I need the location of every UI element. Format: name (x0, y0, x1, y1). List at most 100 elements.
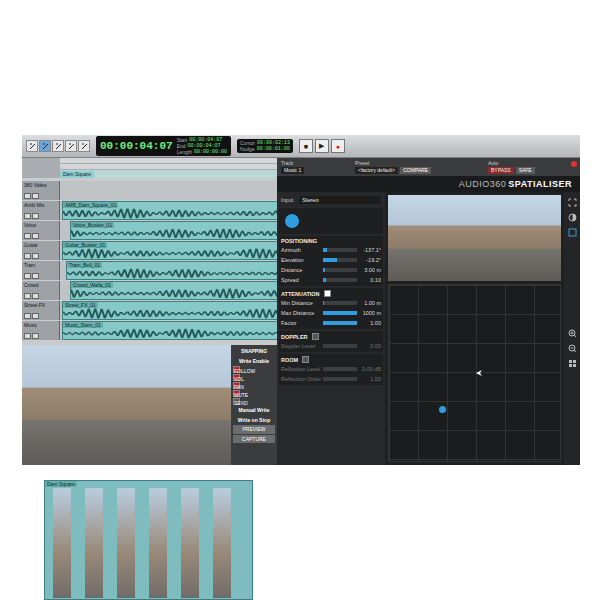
contrast-icon[interactable] (568, 213, 577, 222)
grid-icon[interactable] (568, 228, 577, 237)
automation-item[interactable]: MUTE (233, 390, 240, 397)
clip[interactable]: Dam Square (44, 480, 253, 600)
source-icon[interactable] (285, 214, 299, 228)
counter-value: 00:00:04:07 (100, 140, 173, 152)
screenshot: 00:00:04:07 Start00:00:04:07End00:00:04:… (0, 0, 600, 600)
transport-button[interactable]: ■ (299, 139, 313, 153)
automation-item[interactable]: PAN (233, 382, 240, 389)
section-toggle[interactable] (324, 290, 331, 297)
tool-icon (55, 143, 62, 150)
parameter-slider[interactable] (323, 278, 357, 282)
track-header[interactable]: Guitar (22, 241, 60, 260)
automation-panel: SNAPPINGWrite EnableFOLLOWVOLPANMUTESEND… (231, 345, 277, 465)
tool-icon (42, 143, 49, 150)
parameter-row: Azimuth -137.1° (281, 246, 381, 254)
view-column (385, 192, 564, 465)
parameter-slider[interactable] (323, 311, 357, 315)
cursor-nudge: Cursor00:00:02:13 Nudge00:00:01:00 (237, 139, 293, 153)
automation-item[interactable]: CAPTURE (233, 435, 275, 444)
track-header[interactable]: Tram (22, 261, 60, 280)
edit-tool-button[interactable] (52, 140, 64, 152)
automation-item[interactable]: FOLLOW (233, 366, 240, 373)
header-dropdown[interactable]: <factory default> (355, 167, 398, 174)
zoom-out-icon[interactable] (568, 344, 577, 353)
parameter-row: Max Distance 1000 m (281, 309, 381, 317)
spatial-grid[interactable] (388, 284, 561, 462)
edit-tool-button[interactable] (26, 140, 38, 152)
edit-tool-button[interactable] (39, 140, 51, 152)
fullscreen-icon[interactable] (568, 198, 577, 207)
automation-item[interactable]: VOL (233, 374, 240, 381)
marker[interactable]: Dam Square (60, 171, 94, 178)
clip-name: Voice_Busker_01 (71, 222, 114, 228)
automation-item[interactable]: SEND (233, 398, 240, 405)
plugin-header: Track Music 1 Preset <factory default> C… (277, 158, 580, 176)
header-field: Auto BYPASS SAFE (488, 160, 568, 174)
automation-item: Manual Write (233, 406, 275, 415)
video-thumbnails (45, 487, 252, 599)
header-dropdown[interactable]: BYPASS (488, 167, 514, 174)
parameter-row: Reflection Order 1.00 (281, 375, 381, 383)
clip-name: AMB_Dam_Square_01 (63, 202, 118, 208)
video-frame (22, 345, 231, 465)
parameter-section: DOPPLER Doppler Level 0.00 (279, 331, 383, 352)
video-thumbnail (388, 195, 561, 281)
clip-name: Crowd_Walla_01 (71, 282, 113, 288)
edit-tool-button[interactable] (78, 140, 90, 152)
zoom-in-icon[interactable] (568, 329, 577, 338)
view-toolbar (564, 192, 580, 465)
parameter-slider[interactable] (323, 367, 357, 371)
parameter-slider[interactable] (323, 344, 357, 348)
plugin-title: AUDIO360SPATIALISER (277, 176, 580, 192)
plugin-window: Track Music 1 Preset <factory default> C… (277, 158, 580, 465)
close-icon[interactable] (571, 161, 577, 167)
parameter-column: Input Stereo POSITIONING Azimuth -137.1°… (277, 192, 385, 465)
automation-item[interactable]: PREVIEW (233, 425, 275, 434)
tiles-icon[interactable] (568, 359, 577, 368)
parameter-row: Elevation -19.2° (281, 256, 381, 264)
parameter-slider[interactable] (323, 248, 357, 252)
clip-name: Guitar_Busker_01 (63, 242, 107, 248)
transport: ■▶● (299, 139, 345, 153)
listener-icon (475, 369, 483, 377)
track-header[interactable]: Street FX (22, 301, 60, 320)
track-header[interactable]: Ambi Mix (22, 201, 60, 220)
track-header[interactable]: Music (22, 321, 60, 340)
toolbar: 00:00:04:07 Start00:00:04:07End00:00:04:… (22, 135, 580, 158)
edit-tools (26, 140, 90, 152)
header-dropdown[interactable]: Music 1 (281, 167, 304, 174)
parameter-slider[interactable] (323, 377, 357, 381)
header-field: Track Music 1 (281, 160, 351, 174)
parameter-slider[interactable] (323, 268, 357, 272)
clip-name: Dam Square (45, 481, 77, 487)
counter-field: Length00:00:00:00 (177, 149, 227, 155)
parameter-slider[interactable] (323, 321, 357, 325)
tool-icon (68, 143, 75, 150)
header-button[interactable]: SAFE (516, 167, 535, 174)
main-counter: 00:00:04:07 Start00:00:04:07End00:00:04:… (96, 136, 231, 156)
automation-item: SNAPPING (233, 347, 275, 356)
parameter-slider[interactable] (323, 258, 357, 262)
edit-tool-button[interactable] (65, 140, 77, 152)
tool-icon (81, 143, 88, 150)
header-button[interactable]: COMPARE (400, 167, 431, 174)
parameter-row: Reflection Level 0.00 dB (281, 365, 381, 373)
input-row: Input Stereo (279, 194, 383, 206)
parameter-row: Spread 0.10 (281, 276, 381, 284)
source-point-icon[interactable] (439, 406, 446, 413)
section-toggle[interactable] (302, 356, 309, 363)
input-dropdown[interactable]: Stereo (299, 196, 381, 204)
parameter-slider[interactable] (323, 301, 357, 305)
parameter-row: Doppler Level 0.00 (281, 342, 381, 350)
transport-button[interactable]: ▶ (315, 139, 329, 153)
parameter-row: Min Distance 1.00 m (281, 299, 381, 307)
transport-button[interactable]: ● (331, 139, 345, 153)
track-header[interactable]: Voice (22, 221, 60, 240)
track-header[interactable]: Crowd (22, 281, 60, 300)
section-toggle[interactable] (312, 333, 319, 340)
track-header[interactable]: 360 Video (22, 181, 60, 200)
parameter-section: ROOM Reflection Level 0.00 dBReflection … (279, 354, 383, 385)
parameter-row: Factor 1.00 (281, 319, 381, 327)
automation-item: Write on Stop (233, 416, 275, 425)
counter-field: Start00:00:04:07 (177, 137, 227, 143)
